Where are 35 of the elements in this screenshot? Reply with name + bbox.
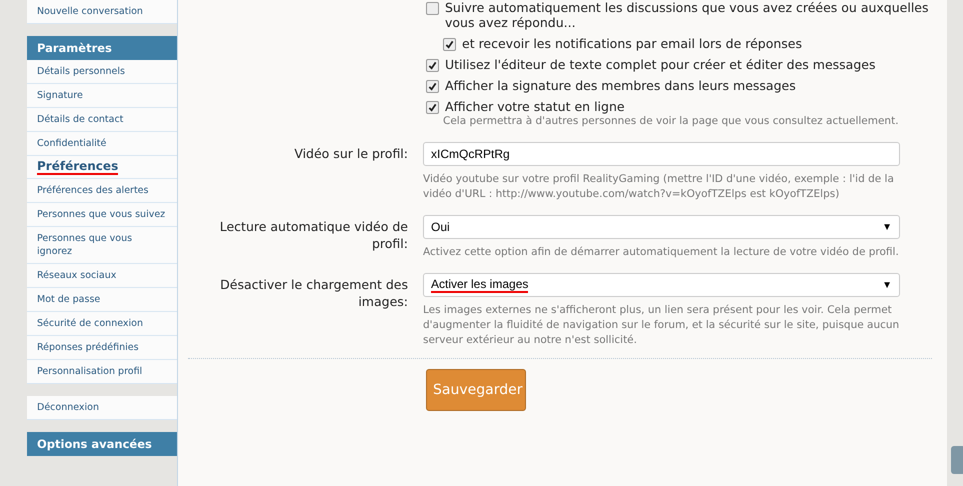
checkbox[interactable] bbox=[426, 101, 439, 114]
sidebar-item[interactable]: Signature bbox=[37, 89, 83, 102]
sidebar-item[interactable]: Sécurité de connexion bbox=[37, 317, 143, 330]
sidebar-heading: Paramètres bbox=[27, 36, 177, 60]
sidebar-item[interactable]: Mot de passe bbox=[37, 293, 100, 306]
checkbox-label: Utilisez l'éditeur de texte complet pour créer et éditer des messages bbox=[445, 57, 876, 72]
field-label: Désactiver le chargement des images: bbox=[219, 276, 409, 311]
sidebar-item[interactable]: Préférences bbox=[37, 160, 118, 175]
checkbox[interactable] bbox=[426, 80, 439, 93]
checkbox-label: Afficher la signature des membres dans leurs messages bbox=[445, 78, 796, 93]
sidebar-heading: Options avancées bbox=[27, 432, 177, 456]
checkbox-label: Afficher votre statut en ligne bbox=[445, 99, 625, 114]
select-dropdown[interactable]: Oui ▼ bbox=[423, 215, 900, 239]
sidebar-item[interactable]: Réseaux sociaux bbox=[37, 269, 116, 282]
sidebar-item[interactable]: Personnalisation profil bbox=[37, 365, 142, 378]
checkbox[interactable] bbox=[443, 38, 456, 51]
field-label: Lecture automatique vidéo de profil: bbox=[218, 218, 409, 253]
select-dropdown[interactable]: Activer les images ▼ bbox=[423, 273, 900, 297]
checkbox[interactable] bbox=[426, 59, 439, 72]
sidebar-item[interactable]: Détails de contact bbox=[37, 113, 124, 126]
checkbox-label: Suivre automatiquement les discussions que vous avez créées ou auxquelles vous avez répondu... bbox=[445, 0, 930, 30]
hint-text: Cela permettra à d'autres personnes de voir la page que vous consultez actuellement. bbox=[443, 114, 900, 129]
sidebar-item[interactable]: Personnes que vous suivez bbox=[37, 208, 166, 221]
field-label: Vidéo sur le profil: bbox=[293, 145, 409, 163]
sidebar-item[interactable]: Détails personnels bbox=[37, 65, 125, 78]
hint-text: Les images externes ne s'afficheront plus, un lien sera présent pour les voir. Cela permet d'augmenter la fluidité de navigation sur le forum, et la sécurité sur le site, puisque aucun serveur extérieur au notre n'est sollicité. bbox=[423, 303, 900, 348]
checkbox-label: et recevoir les notifications par email lors de réponses bbox=[462, 36, 802, 51]
input-field[interactable]: xICmQcRPtRg bbox=[423, 142, 900, 166]
hint-text: Vidéo youtube sur votre profil RealityGaming (mettre l'ID d'une vidéo, exemple : l'id de la vidéo d'URL : http://www.youtube.com/watch?v=kOyofTZElps est kOyofTZElps) bbox=[423, 172, 895, 202]
sidebar-item[interactable]: Confidentialité bbox=[37, 137, 106, 150]
sidebar-item[interactable]: Réponses prédéfinies bbox=[37, 341, 139, 354]
checkbox[interactable] bbox=[426, 2, 439, 15]
sidebar-item[interactable]: Préférences des alertes bbox=[37, 184, 148, 197]
sidebar-item[interactable]: Personnes que vous ignorez bbox=[37, 232, 167, 258]
hint-text: Activez cette option afin de démarrer automatiquement la lecture de votre vidéo de profil. bbox=[423, 245, 900, 260]
